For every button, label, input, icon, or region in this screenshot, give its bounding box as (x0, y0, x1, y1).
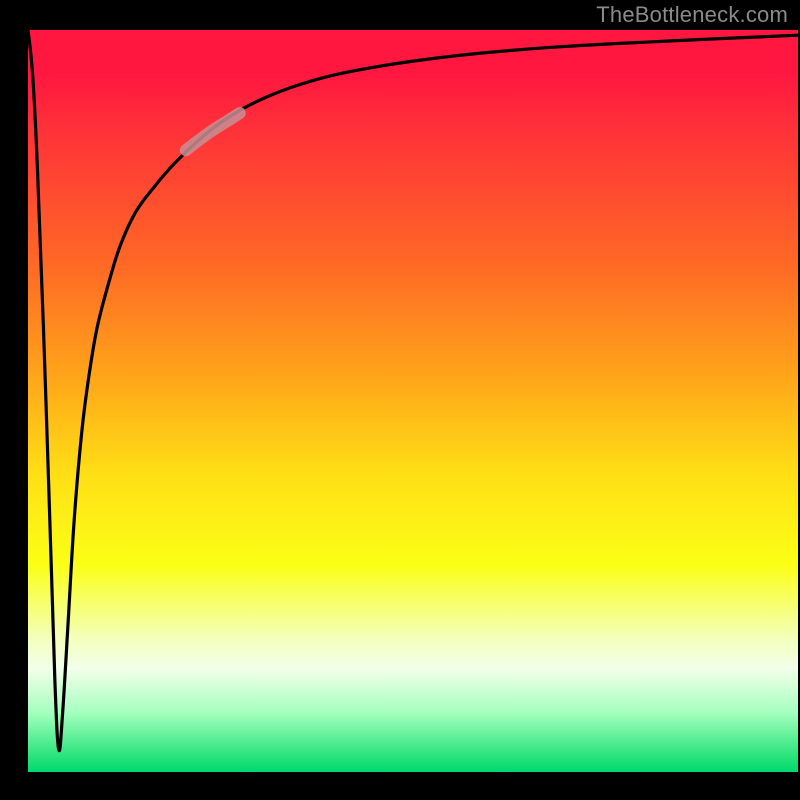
attribution-text: TheBottleneck.com (596, 2, 788, 28)
chart-frame: TheBottleneck.com (0, 0, 800, 800)
plot-background-gradient (28, 30, 798, 772)
